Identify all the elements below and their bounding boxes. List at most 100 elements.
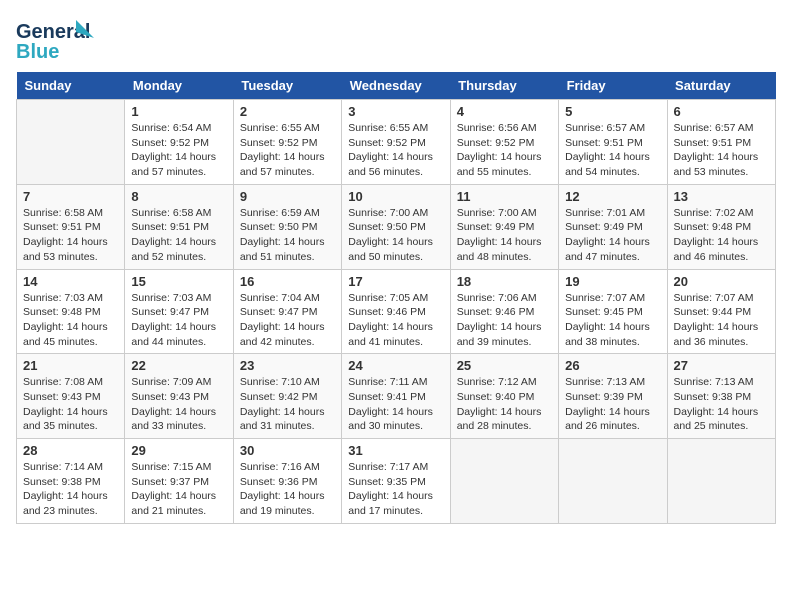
calendar-cell: 28 Sunrise: 7:14 AM Sunset: 9:38 PM Dayli… — [17, 439, 125, 524]
day-number: 17 — [348, 274, 443, 289]
day-number: 25 — [457, 358, 552, 373]
day-info: Sunrise: 7:12 AM Sunset: 9:40 PM Dayligh… — [457, 375, 552, 434]
calendar-cell: 30Sunrise: 7:16 AM Sunset: 9:36 PM Dayli… — [233, 439, 341, 524]
calendar-cell: 24 Sunrise: 7:11 AM Sunset: 9:41 PM Dayli… — [342, 354, 450, 439]
weekday-header-wednesday: Wednesday — [342, 72, 450, 100]
day-info: Sunrise: 7:15 AM Sunset: 9:37 PM Dayligh… — [131, 460, 226, 519]
day-info: Sunrise: 7:06 AM Sunset: 9:46 PM Dayligh… — [457, 291, 552, 350]
day-number: 26 — [565, 358, 660, 373]
day-info: Sunrise: 6:57 AM Sunset: 9:51 PM Dayligh… — [565, 121, 660, 180]
day-number: 21 — [23, 358, 118, 373]
calendar-cell: 9 Sunrise: 6:59 AM Sunset: 9:50 PM Daylig… — [233, 184, 341, 269]
weekday-header-tuesday: Tuesday — [233, 72, 341, 100]
day-number: 28 — [23, 443, 118, 458]
calendar-cell — [450, 439, 558, 524]
day-number: 29 — [131, 443, 226, 458]
day-info: Sunrise: 7:08 AM Sunset: 9:43 PM Dayligh… — [23, 375, 118, 434]
day-number: 23 — [240, 358, 335, 373]
calendar-cell: 6 Sunrise: 6:57 AM Sunset: 9:51 PM Daylig… — [667, 100, 775, 185]
day-number: 20 — [674, 274, 769, 289]
day-info: Sunrise: 6:58 AM Sunset: 9:51 PM Dayligh… — [23, 206, 118, 265]
calendar-cell: 27 Sunrise: 7:13 AM Sunset: 9:38 PM Dayli… — [667, 354, 775, 439]
day-number: 5 — [565, 104, 660, 119]
day-info: Sunrise: 6:55 AM Sunset: 9:52 PM Dayligh… — [240, 121, 335, 180]
day-info: Sunrise: 7:01 AM Sunset: 9:49 PM Dayligh… — [565, 206, 660, 265]
calendar-cell: 1 Sunrise: 6:54 AM Sunset: 9:52 PM Daylig… — [125, 100, 233, 185]
logo-svg: GeneralBlue — [16, 16, 96, 64]
day-info: Sunrise: 6:56 AM Sunset: 9:52 PM Dayligh… — [457, 121, 552, 180]
svg-text:Blue: Blue — [16, 41, 59, 63]
day-number: 12 — [565, 189, 660, 204]
calendar-cell: 29 Sunrise: 7:15 AM Sunset: 9:37 PM Dayli… — [125, 439, 233, 524]
day-number: 3 — [348, 104, 443, 119]
weekday-header-friday: Friday — [559, 72, 667, 100]
calendar-cell: 21 Sunrise: 7:08 AM Sunset: 9:43 PM Dayli… — [17, 354, 125, 439]
day-number: 22 — [131, 358, 226, 373]
calendar-cell: 11 Sunrise: 7:00 AM Sunset: 9:49 PM Dayli… — [450, 184, 558, 269]
day-number: 4 — [457, 104, 552, 119]
weekday-header-sunday: Sunday — [17, 72, 125, 100]
day-info: Sunrise: 6:59 AM Sunset: 9:50 PM Dayligh… — [240, 206, 335, 265]
day-info: Sunrise: 7:13 AM Sunset: 9:39 PM Dayligh… — [565, 375, 660, 434]
calendar-cell: 23Sunrise: 7:10 AM Sunset: 9:42 PM Dayli… — [233, 354, 341, 439]
day-number: 11 — [457, 189, 552, 204]
calendar-cell — [667, 439, 775, 524]
day-info: Sunrise: 7:05 AM Sunset: 9:46 PM Dayligh… — [348, 291, 443, 350]
day-number: 18 — [457, 274, 552, 289]
day-info: Sunrise: 7:11 AM Sunset: 9:41 PM Dayligh… — [348, 375, 443, 434]
calendar-cell: 17 Sunrise: 7:05 AM Sunset: 9:46 PM Dayli… — [342, 269, 450, 354]
calendar-cell: 4 Sunrise: 6:56 AM Sunset: 9:52 PM Daylig… — [450, 100, 558, 185]
day-number: 1 — [131, 104, 226, 119]
day-number: 9 — [240, 189, 335, 204]
calendar-cell: 14 Sunrise: 7:03 AM Sunset: 9:48 PM Dayli… — [17, 269, 125, 354]
day-info: Sunrise: 7:16 AM Sunset: 9:36 PM Dayligh… — [240, 460, 335, 519]
day-info: Sunrise: 7:00 AM Sunset: 9:50 PM Dayligh… — [348, 206, 443, 265]
weekday-header-thursday: Thursday — [450, 72, 558, 100]
day-info: Sunrise: 6:57 AM Sunset: 9:51 PM Dayligh… — [674, 121, 769, 180]
calendar-cell: 10 Sunrise: 7:00 AM Sunset: 9:50 PM Dayli… — [342, 184, 450, 269]
week-row-4: 21 Sunrise: 7:08 AM Sunset: 9:43 PM Dayli… — [17, 354, 776, 439]
day-info: Sunrise: 7:07 AM Sunset: 9:45 PM Dayligh… — [565, 291, 660, 350]
calendar-cell: 22Sunrise: 7:09 AM Sunset: 9:43 PM Dayli… — [125, 354, 233, 439]
day-number: 31 — [348, 443, 443, 458]
week-row-1: 1 Sunrise: 6:54 AM Sunset: 9:52 PM Daylig… — [17, 100, 776, 185]
day-number: 6 — [674, 104, 769, 119]
calendar-cell: 26 Sunrise: 7:13 AM Sunset: 9:39 PM Dayli… — [559, 354, 667, 439]
calendar-cell: 5 Sunrise: 6:57 AM Sunset: 9:51 PM Daylig… — [559, 100, 667, 185]
calendar-table: SundayMondayTuesdayWednesdayThursdayFrid… — [16, 72, 776, 524]
day-number: 10 — [348, 189, 443, 204]
day-number: 7 — [23, 189, 118, 204]
day-number: 24 — [348, 358, 443, 373]
day-info: Sunrise: 7:00 AM Sunset: 9:49 PM Dayligh… — [457, 206, 552, 265]
day-info: Sunrise: 6:54 AM Sunset: 9:52 PM Dayligh… — [131, 121, 226, 180]
day-info: Sunrise: 7:14 AM Sunset: 9:38 PM Dayligh… — [23, 460, 118, 519]
week-row-3: 14 Sunrise: 7:03 AM Sunset: 9:48 PM Dayli… — [17, 269, 776, 354]
calendar-cell: 13 Sunrise: 7:02 AM Sunset: 9:48 PM Dayli… — [667, 184, 775, 269]
weekday-header-monday: Monday — [125, 72, 233, 100]
day-number: 27 — [674, 358, 769, 373]
day-info: Sunrise: 7:04 AM Sunset: 9:47 PM Dayligh… — [240, 291, 335, 350]
day-number: 8 — [131, 189, 226, 204]
calendar-cell — [559, 439, 667, 524]
calendar-cell: 25 Sunrise: 7:12 AM Sunset: 9:40 PM Dayli… — [450, 354, 558, 439]
day-info: Sunrise: 7:03 AM Sunset: 9:48 PM Dayligh… — [23, 291, 118, 350]
calendar-cell: 7 Sunrise: 6:58 AM Sunset: 9:51 PM Daylig… — [17, 184, 125, 269]
day-number: 14 — [23, 274, 118, 289]
day-number: 16 — [240, 274, 335, 289]
calendar-cell: 3 Sunrise: 6:55 AM Sunset: 9:52 PM Daylig… — [342, 100, 450, 185]
calendar-cell — [17, 100, 125, 185]
weekday-header-saturday: Saturday — [667, 72, 775, 100]
day-info: Sunrise: 6:55 AM Sunset: 9:52 PM Dayligh… — [348, 121, 443, 180]
calendar-cell: 16 Sunrise: 7:04 AM Sunset: 9:47 PM Dayli… — [233, 269, 341, 354]
page-header: GeneralBlue — [16, 16, 776, 64]
calendar-cell: 20 Sunrise: 7:07 AM Sunset: 9:44 PM Dayli… — [667, 269, 775, 354]
calendar-cell: 19Sunrise: 7:07 AM Sunset: 9:45 PM Dayli… — [559, 269, 667, 354]
day-info: Sunrise: 7:02 AM Sunset: 9:48 PM Dayligh… — [674, 206, 769, 265]
weekday-header-row: SundayMondayTuesdayWednesdayThursdayFrid… — [17, 72, 776, 100]
calendar-cell: 31Sunrise: 7:17 AM Sunset: 9:35 PM Dayli… — [342, 439, 450, 524]
week-row-5: 28 Sunrise: 7:14 AM Sunset: 9:38 PM Dayli… — [17, 439, 776, 524]
day-number: 15 — [131, 274, 226, 289]
day-info: Sunrise: 7:07 AM Sunset: 9:44 PM Dayligh… — [674, 291, 769, 350]
day-number: 13 — [674, 189, 769, 204]
day-info: Sunrise: 7:13 AM Sunset: 9:38 PM Dayligh… — [674, 375, 769, 434]
